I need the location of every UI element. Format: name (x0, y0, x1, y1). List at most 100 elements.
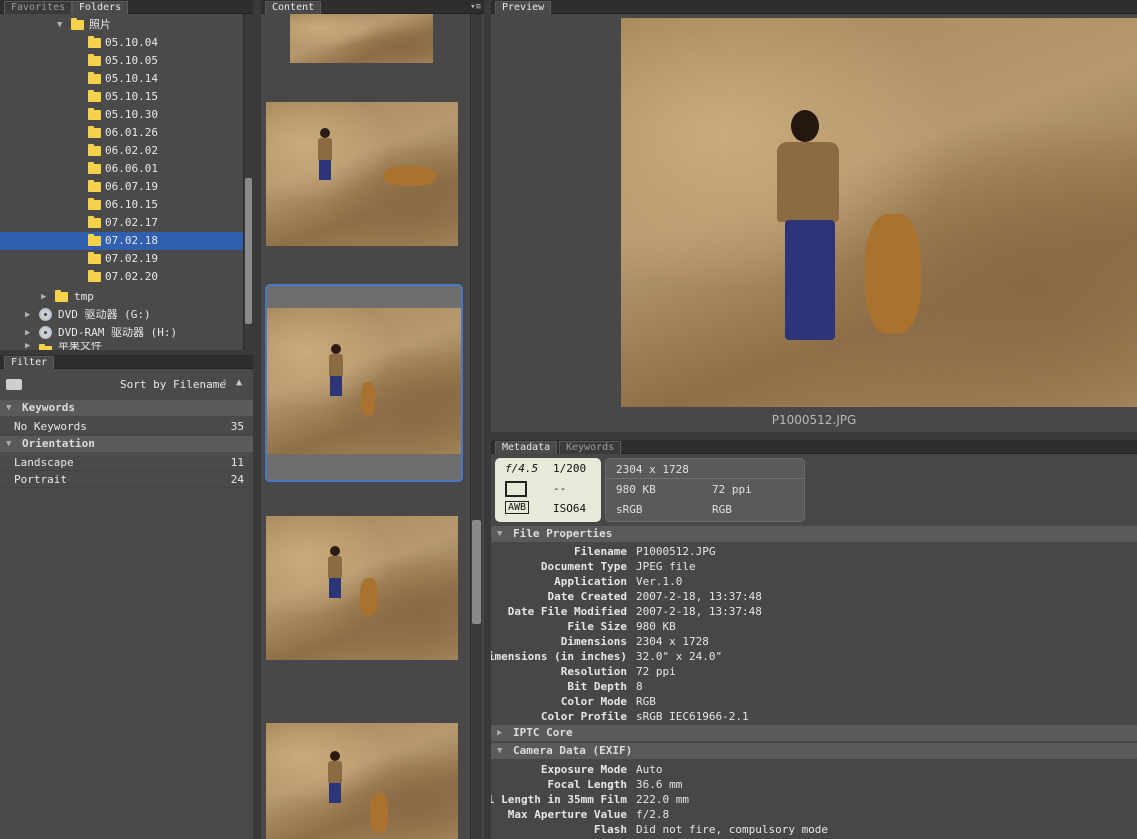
tree-item-folder[interactable]: 07.02.19 (0, 250, 243, 268)
metadata-value[interactable]: Auto (636, 762, 663, 777)
metadata-value[interactable]: f/2.8 (636, 807, 669, 822)
metadata-key: Dimensions (in inches) (491, 650, 627, 663)
shutter-value: 1/200 (553, 462, 587, 475)
tree-item-folder[interactable]: 05.10.14 (0, 70, 243, 88)
metadata-value[interactable]: 2007-2-18, 13:37:48 (636, 589, 762, 604)
filter-group-header[interactable]: ▼ Orientation (0, 436, 253, 452)
tab-preview[interactable]: Preview (495, 1, 552, 14)
panel-menu-icon[interactable]: ▾≡ (470, 2, 481, 12)
metadata-tabbar: Metadata Keywords (491, 440, 1137, 454)
tab-keywords[interactable]: Keywords (559, 441, 622, 454)
tree-item-dvd-drive[interactable]: ▶ DVD 驱动器 (G:) (0, 306, 243, 324)
tab-metadata[interactable]: Metadata (495, 441, 558, 454)
vertical-splitter[interactable] (253, 0, 261, 839)
metadata-panel: Metadata Keywords f/4.5 1/200 -- AWB ISO… (491, 440, 1137, 839)
scrollbar-thumb[interactable] (472, 520, 481, 624)
tree-item-folder[interactable]: 05.10.15 (0, 88, 243, 106)
folders-tabbar: Favorites Folders (0, 0, 253, 14)
preview-image[interactable] (621, 18, 1137, 407)
filter-row[interactable]: Landscape 11 (0, 454, 253, 471)
tree-item-folder[interactable]: 06.06.01 (0, 160, 243, 178)
aperture-value: f/4.5 (505, 462, 539, 475)
metadata-value[interactable]: 2007-2-18, 13:37:48 (636, 604, 762, 619)
metadata-value[interactable]: 72 ppi (636, 664, 676, 679)
metadata-value[interactable]: 980 KB (636, 619, 676, 634)
collapse-triangle-icon[interactable]: ▶ (25, 342, 35, 350)
filter-row[interactable]: No Keywords 35 (0, 418, 253, 435)
metadata-section-header[interactable]: ▶ IPTC Core (491, 725, 1137, 741)
sort-updown-icon[interactable]: ⇕ (222, 377, 227, 387)
expand-triangle-icon[interactable]: ▼ (6, 436, 11, 452)
tree-item-label: 苹果文件 (58, 342, 102, 350)
metadata-key: Resolution (560, 665, 627, 678)
metadata-section-header[interactable]: ▼ Camera Data (EXIF) (491, 743, 1137, 759)
metadata-value[interactable]: Did not fire, compulsory mode (636, 822, 828, 837)
metadata-value[interactable]: Ver.1.0 (636, 574, 682, 589)
content-panel: Content ▾≡ (261, 0, 484, 839)
expand-triangle-icon[interactable]: ▼ (6, 400, 11, 416)
thumbnail-card[interactable] (265, 100, 463, 248)
tree-item-photos[interactable]: ▼ 照片 (0, 16, 243, 34)
folders-scrollbar[interactable] (243, 14, 253, 350)
collapse-triangle-icon[interactable]: ▶ (41, 288, 51, 306)
sort-ascending-icon[interactable]: ▲ (236, 377, 242, 388)
horizontal-splitter[interactable] (491, 432, 1137, 440)
badge-size: 980 KB (616, 483, 656, 496)
tree-item-partial[interactable]: ▶ 苹果文件 (0, 342, 243, 350)
thumbnail-image[interactable] (290, 14, 433, 63)
sort-by-label[interactable]: Sort by Filename (120, 378, 226, 391)
metadata-value[interactable]: sRGB IEC61966-2.1 (636, 709, 749, 724)
tree-item-folder[interactable]: 05.10.30 (0, 106, 243, 124)
tree-item-folder[interactable]: 07.02.17 (0, 214, 243, 232)
expand-triangle-icon[interactable]: ▼ (57, 16, 67, 34)
metadata-value[interactable]: 36.6 mm (636, 777, 682, 792)
metadata-value[interactable]: RGB (636, 694, 656, 709)
thumbnail-card-selected[interactable] (265, 284, 463, 482)
collapse-triangle-icon[interactable]: ▶ (497, 725, 502, 741)
preview-filename: P1000512.JPG (771, 413, 857, 427)
metadata-row: Exposure Mode Auto (491, 762, 1137, 777)
metadata-value[interactable]: 2304 x 1728 (636, 634, 709, 649)
tree-item-folder[interactable]: 06.01.26 (0, 124, 243, 142)
content-scrollbar[interactable] (470, 14, 482, 839)
clear-filter-icon[interactable] (6, 379, 22, 390)
filter-group-header[interactable]: ▼ Keywords (0, 400, 253, 416)
metadata-value[interactable]: P1000512.JPG (636, 544, 715, 559)
filter-group-title: Orientation (22, 437, 95, 450)
thumbnail-image (266, 516, 458, 660)
vertical-splitter[interactable] (484, 0, 491, 839)
metadata-key: Max Aperture Value (507, 808, 627, 821)
metadata-value[interactable]: 222.0 mm (636, 792, 689, 807)
thumbnail-image (266, 102, 458, 246)
tree-item-folder[interactable]: 06.07.19 (0, 178, 243, 196)
expand-triangle-icon[interactable]: ▼ (497, 743, 502, 759)
thumbnail-card[interactable] (265, 721, 463, 839)
tree-item-folder[interactable]: 06.10.15 (0, 196, 243, 214)
tree-item-folder[interactable]: 05.10.05 (0, 52, 243, 70)
metadata-row: Document Type JPEG file (491, 559, 1137, 574)
metadata-value[interactable]: JPEG file (636, 559, 696, 574)
tab-filter[interactable]: Filter (4, 356, 55, 369)
metadata-row: File Size 980 KB (491, 619, 1137, 634)
tree-item-dvdram-drive[interactable]: ▶ DVD-RAM 驱动器 (H:) (0, 324, 243, 342)
metadata-section-header[interactable]: ▼ File Properties (491, 526, 1137, 542)
scrollbar-thumb[interactable] (245, 178, 252, 324)
metadata-value[interactable]: 32.0" x 24.0" (636, 649, 722, 664)
tab-folders[interactable]: Folders (72, 1, 129, 14)
tree-item-tmp[interactable]: ▶ tmp (0, 288, 243, 306)
metering-value: -- (553, 482, 567, 495)
tab-content[interactable]: Content (265, 1, 322, 14)
filter-row[interactable]: Portrait 24 (0, 471, 253, 488)
metadata-value[interactable]: 8 (636, 679, 643, 694)
tree-item-label: 07.02.20 (105, 270, 158, 283)
thumbnail-card[interactable] (265, 514, 463, 662)
metadata-key: Exposure Mode (540, 763, 627, 776)
tree-item-folder[interactable]: 06.02.02 (0, 142, 243, 160)
tree-item-folder[interactable]: 07.02.20 (0, 268, 243, 286)
expand-triangle-icon[interactable]: ▼ (497, 526, 502, 542)
tab-favorites[interactable]: Favorites (4, 1, 73, 14)
tree-item-folder[interactable]: 07.02.18 (0, 232, 243, 250)
tree-item-folder[interactable]: 05.10.04 (0, 34, 243, 52)
collapse-triangle-icon[interactable]: ▶ (25, 324, 35, 342)
collapse-triangle-icon[interactable]: ▶ (25, 306, 35, 324)
